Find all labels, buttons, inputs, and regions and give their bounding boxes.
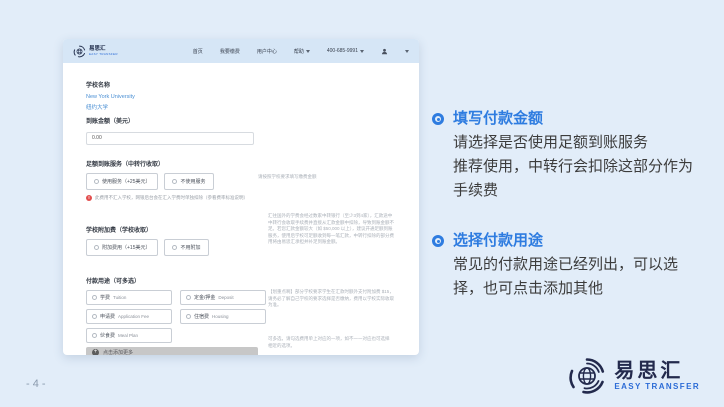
plus-circle-icon: + (92, 349, 99, 355)
target-circle-icon (432, 235, 444, 247)
annotation-title: 填写付款金额 (453, 108, 693, 130)
globe-swirl-icon (73, 45, 86, 58)
surcharge-option-none[interactable]: 不用附加 (164, 239, 208, 256)
brand-name-cn: 易思汇 (614, 360, 700, 382)
site-nav: 首页 我要缴费 用户中心 帮助 400-685-9991 (193, 48, 409, 55)
site-header: 易思汇 EASY TRANSFER 首页 我要缴费 用户中心 帮助 400-68… (63, 39, 419, 63)
purpose-option-housing[interactable]: 住宿费 Housing (180, 309, 266, 324)
purpose-en: Deposit (218, 295, 233, 300)
purpose-option-deposit[interactable]: 定金/押金 Deposit (180, 290, 266, 305)
nav-item-help-label: 帮助 (294, 48, 304, 55)
annotation-text: 请选择是否使用足额到账服务 推荐使用，中转行会扣除这部分作为手续费 (453, 131, 693, 203)
nav-item-account[interactable] (381, 48, 388, 55)
surcharge-note: 【划重点啊】部分学校要求学生在汇款时额外支付附加费 $15，请务必了解自己学校的… (268, 289, 394, 309)
nav-item-user-center[interactable]: 用户中心 (257, 48, 277, 55)
amount-hint: 请按照学校要求填写缴费金额 (258, 174, 350, 181)
full-amount-service-label: 足额到账服务（中转行收取） (86, 162, 419, 169)
nav-item-phone-label: 400-685-9991 (327, 48, 358, 54)
site-logo-en: EASY TRANSFER (89, 52, 118, 56)
radio-icon (94, 179, 99, 184)
surcharge-option-add[interactable]: 附加费用（+15美元） (86, 239, 158, 256)
purpose-options: 学费 Tuition 定金/押金 Deposit 申请费 Application… (86, 290, 266, 343)
full-amount-service-options: 使用服务（+25美元） 不使用服务 (86, 173, 419, 190)
amount-input[interactable] (86, 132, 254, 145)
nav-item-phone[interactable]: 400-685-9991 (327, 48, 364, 54)
nav-item-home[interactable]: 首页 (193, 48, 203, 55)
slide: { "slide": { "page_number": "- 4 -" }, "… (0, 0, 724, 407)
page-number: - 4 - (26, 378, 46, 390)
purpose-en: Meal Plan (118, 333, 138, 338)
purpose-en: Tuition (113, 295, 126, 300)
user-icon (381, 48, 388, 55)
service-note: 汇往国外的学费会经过数家中转银行（至少3到4家），汇款途中中转行会收取手续费并直… (268, 213, 394, 246)
annotation-select-purpose: 选择付款用途 常见的付款用途已经列出，可以选择，也可点击添加其他 (432, 230, 700, 301)
browser-screenshot: 易思汇 EASY TRANSFER 首页 我要缴费 用户中心 帮助 400-68… (63, 39, 419, 355)
add-more-label: 点击添加更多 (103, 349, 133, 355)
globe-swirl-icon (567, 356, 607, 396)
checkbox-icon (186, 295, 191, 300)
caret-down-icon[interactable] (405, 50, 409, 53)
add-more-purpose-button[interactable]: + 点击添加更多 (86, 347, 258, 356)
radio-icon (172, 179, 177, 184)
school-name-link-cn[interactable]: 纽约大学 (86, 105, 419, 112)
target-circle-icon (432, 113, 444, 125)
radio-icon (172, 245, 177, 250)
service-option-skip-label: 不使用服务 (180, 178, 205, 185)
radio-icon (94, 245, 99, 250)
annotations-panel: 填写付款金额 请选择是否使用足额到账服务 推荐使用，中转行会扣除这部分作为手续费… (432, 108, 700, 301)
exclamation-circle-icon: ! (86, 195, 92, 201)
brand-name-en: EASY TRANSFER (614, 382, 700, 392)
purpose-hint: 可多选，请勾选费用单上对应的一项，如不一一对应也可选择相近的选项。 (268, 336, 390, 349)
purpose-en: Application Fee (118, 314, 149, 319)
purpose-cn: 伙食费 (100, 332, 115, 339)
school-name-label: 学校名称 (86, 83, 419, 90)
brand-logo: 易思汇 EASY TRANSFER (567, 356, 700, 396)
purpose-cn: 定金/押金 (194, 294, 215, 301)
nav-item-help[interactable]: 帮助 (294, 48, 310, 55)
service-warning-text: 此费用不汇入学校，网银后台会在汇入学费时单独扣除（参看费率标准说明） (95, 195, 248, 201)
payment-form: 学校名称 New York University 纽约大学 到账金额（美元） 请… (63, 83, 419, 355)
checkbox-icon (92, 295, 97, 300)
purpose-cn: 住宿费 (194, 313, 209, 320)
purpose-en: Housing (212, 314, 229, 319)
checkbox-icon (186, 314, 191, 319)
purpose-option-application-fee[interactable]: 申请费 Application Fee (86, 309, 172, 324)
annotation-text: 常见的付款用途已经列出，可以选择，也可点击添加其他 (453, 253, 693, 301)
purpose-cn: 学费 (100, 294, 110, 301)
service-option-use-label: 使用服务（+25美元） (102, 178, 150, 185)
surcharge-option-none-label: 不用附加 (180, 244, 200, 251)
nav-item-pay[interactable]: 我要缴费 (220, 48, 240, 55)
purpose-label: 付款用途（可多选） (86, 279, 419, 286)
service-option-use[interactable]: 使用服务（+25美元） (86, 173, 158, 190)
amount-label: 到账金额（美元） (86, 119, 419, 126)
service-option-skip[interactable]: 不使用服务 (164, 173, 213, 190)
purpose-cn: 申请费 (100, 313, 115, 320)
annotation-title: 选择付款用途 (453, 230, 693, 252)
purpose-option-meal-plan[interactable]: 伙食费 Meal Plan (86, 328, 172, 343)
checkbox-icon (92, 314, 97, 319)
site-logo[interactable]: 易思汇 EASY TRANSFER (73, 45, 118, 58)
surcharge-option-add-label: 附加费用（+15美元） (102, 244, 150, 251)
service-warning: ! 此费用不汇入学校，网银后台会在汇入学费时单独扣除（参看费率标准说明） (86, 195, 261, 201)
checkbox-icon (92, 333, 97, 338)
caret-down-icon (360, 50, 364, 53)
caret-down-icon (306, 50, 310, 53)
annotation-fill-amount: 填写付款金额 请选择是否使用足额到账服务 推荐使用，中转行会扣除这部分作为手续费 (432, 108, 700, 203)
school-name-link-en[interactable]: New York University (86, 94, 419, 101)
purpose-option-tuition[interactable]: 学费 Tuition (86, 290, 172, 305)
